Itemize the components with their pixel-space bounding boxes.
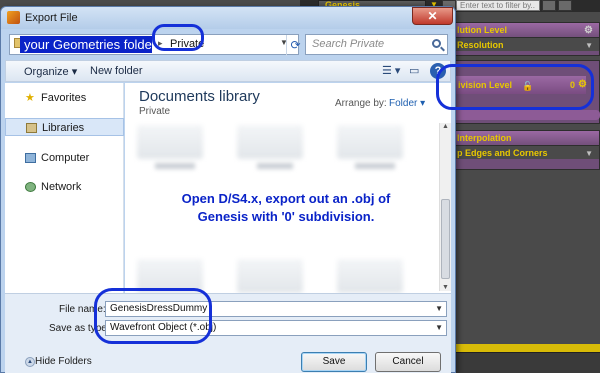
nav-label: Libraries <box>42 122 85 134</box>
folder-thumbnail[interactable] <box>137 125 203 159</box>
nav-label: Favorites <box>41 92 87 104</box>
folder-label <box>257 163 293 169</box>
nav-label: Computer <box>41 152 90 164</box>
annotation-text: Open D/S4.x, export out an .obj of Genes… <box>141 190 431 226</box>
highlight-ring-private <box>152 24 204 51</box>
nav-item-favorites[interactable]: ★ Favorites <box>5 89 124 107</box>
command-toolbar: Organize ▾ New folder ☰ ▾ ▭ ? <box>5 60 451 82</box>
library-subtitle: Private <box>139 106 171 117</box>
interpolation-panel: Interpolation p Edges and Corners ▼ <box>446 130 600 170</box>
chevron-down-icon[interactable]: ▼ <box>435 321 443 335</box>
cancel-button[interactable]: Cancel <box>375 352 441 372</box>
scrollbar-thumb[interactable] <box>441 199 450 279</box>
address-highlight: your Geometries folder <box>20 36 156 53</box>
resolution-dropdown[interactable]: Resolution ▼ <box>447 37 599 51</box>
folder-label <box>155 163 195 169</box>
chevron-down-icon: ▼ <box>585 41 593 50</box>
hide-folders-label: Hide Folders <box>35 356 92 367</box>
search-input[interactable]: Search Private <box>305 34 448 55</box>
filter-clear-button[interactable] <box>542 0 556 11</box>
panel-header: Interpolation <box>447 131 599 145</box>
filter-options-button[interactable] <box>558 0 572 11</box>
arrange-by-dropdown[interactable]: Folder ▾ <box>389 98 425 109</box>
dropdown-value: p Edges and Corners <box>457 148 548 158</box>
chevron-down-icon[interactable]: ▼ <box>435 302 443 316</box>
daz-bottom-bar <box>456 352 600 373</box>
status-strip <box>456 344 600 352</box>
organize-label: Organize <box>24 66 69 78</box>
network-icon <box>25 182 36 192</box>
search-placeholder: Search Private <box>312 38 385 50</box>
refresh-icon[interactable]: ⟳ <box>286 35 304 56</box>
nav-item-libraries[interactable]: Libraries <box>5 118 124 136</box>
folder-thumbnail[interactable] <box>237 125 303 159</box>
libraries-icon <box>26 123 37 133</box>
filter-input[interactable]: Enter text to filter by.. <box>456 0 540 11</box>
panel-title: Interpolation <box>457 133 512 143</box>
computer-icon <box>25 153 36 163</box>
interpolation-dropdown[interactable]: p Edges and Corners ▼ <box>447 145 599 159</box>
highlight-ring-filename <box>94 288 212 344</box>
save-options-area: File name: GenesisDressDummy ▼ Save as t… <box>5 293 451 373</box>
hide-folders-button[interactable]: ▲ Hide Folders <box>25 356 92 367</box>
annotation-line: Open D/S4.x, export out an .obj of <box>181 191 391 206</box>
folder-thumbnail[interactable] <box>237 259 303 293</box>
dropdown-value: Resolution <box>457 40 504 50</box>
organize-menu[interactable]: Organize ▾ <box>24 65 77 78</box>
file-list-pane: Documents library Private Arrange by: Fo… <box>125 83 451 293</box>
arrange-by-label: Arrange by: <box>335 98 387 109</box>
search-icon <box>432 39 441 48</box>
collapse-icon: ▲ <box>25 357 35 367</box>
scroll-down-icon[interactable]: ▼ <box>442 284 449 291</box>
panel-title: lution Level <box>457 25 508 35</box>
gear-icon[interactable]: ⚙ <box>584 24 593 38</box>
scroll-up-icon[interactable]: ▲ <box>442 123 449 130</box>
slider-track[interactable] <box>452 110 600 120</box>
panel-header: lution Level ⚙ <box>447 23 599 37</box>
annotation-line: Genesis with '0' subdivision. <box>197 209 375 224</box>
vertical-scrollbar[interactable]: ▲ ▼ <box>439 123 451 291</box>
save-button[interactable]: Save <box>301 352 367 372</box>
arrange-value: Folder <box>389 98 418 109</box>
title-bar[interactable]: Export File ✕ <box>1 7 455 29</box>
new-folder-button[interactable]: New folder <box>90 65 143 77</box>
resolution-level-panel: lution Level ⚙ Resolution ▼ <box>446 22 600 56</box>
view-options-icon[interactable]: ☰ ▾ <box>382 64 400 77</box>
export-file-dialog: Export File ✕ your Geometries folder ▸ P… <box>0 6 456 373</box>
dialog-title: Export File <box>25 12 78 24</box>
highlight-ring-subdivision <box>436 64 594 110</box>
folder-thumbnail[interactable] <box>337 125 403 159</box>
app-icon <box>7 11 20 24</box>
chevron-down-icon: ▼ <box>585 149 593 158</box>
nav-item-computer[interactable]: Computer <box>5 149 124 167</box>
preview-pane-icon[interactable]: ▭ <box>409 64 419 77</box>
star-icon: ★ <box>25 92 35 104</box>
nav-item-network[interactable]: Network <box>5 178 124 196</box>
screenshot-root: Genesis ▼ Enter text to filter by.. luti… <box>0 0 600 373</box>
address-row: your Geometries folder ▸ Private ▼ ⟳ Sea… <box>5 34 451 56</box>
navigation-pane: ★ Favorites Libraries Computer Network <box>5 83 124 293</box>
folder-label <box>355 163 395 169</box>
close-button[interactable]: ✕ <box>412 7 453 25</box>
close-icon: ✕ <box>427 9 438 23</box>
library-title: Documents library <box>139 88 260 105</box>
nav-label: Network <box>41 181 82 193</box>
folder-thumbnail[interactable] <box>337 259 403 293</box>
